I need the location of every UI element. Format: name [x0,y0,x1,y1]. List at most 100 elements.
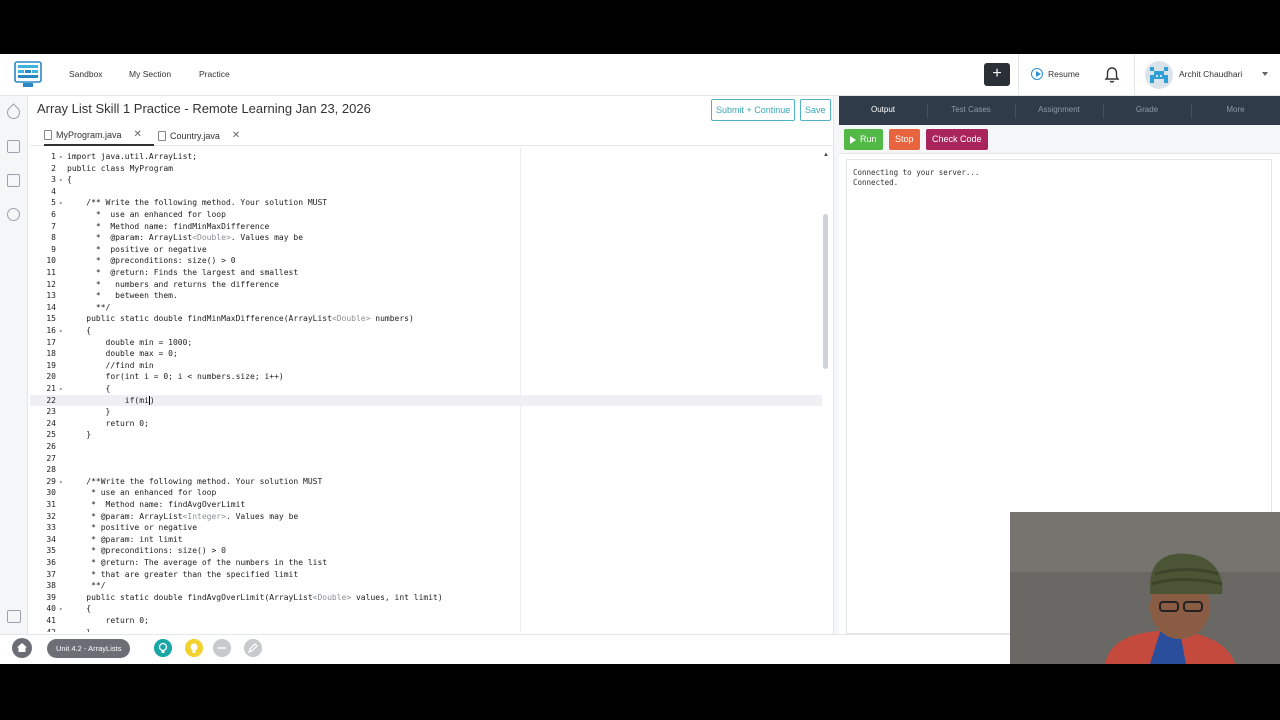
code-line[interactable]: 41 return 0; [30,615,822,627]
code-line[interactable]: 19 //find min [30,360,822,372]
stop-button[interactable]: Stop [889,129,920,150]
scroll-up-icon[interactable]: ▲ [823,152,829,158]
editor-scrollbar[interactable]: ▲ ▼ [823,152,829,664]
document-icon[interactable] [7,174,20,187]
scrollbar-thumb[interactable] [823,214,828,369]
code-line[interactable]: 22 if(mi) [30,394,822,407]
tab-grade[interactable]: Grade [1103,96,1191,125]
code-line[interactable]: 17 double min = 1000; [30,337,822,349]
code-line[interactable]: 21 ▾ { [30,383,822,395]
submit-continue-button[interactable]: Submit + Continue [711,99,796,121]
code-line[interactable]: 5 ▾ /** Write the following method. Your … [30,197,822,209]
pencil-icon[interactable] [244,639,262,657]
code-line[interactable]: 3 ▾{ [30,174,822,186]
code-line[interactable]: 42 } [30,627,822,632]
lightbulb-icon[interactable] [154,639,172,657]
code-line[interactable]: 7 * Method name: findMinMaxDifference [30,221,822,233]
tab-test-cases[interactable]: Test Cases [927,96,1015,125]
code-line[interactable]: 39 public static double findAvgOverLimit… [30,592,822,604]
line-number: 32 [46,511,56,521]
code-line[interactable]: 30 * use an enhanced for loop [30,487,822,499]
code-line[interactable]: 28 [30,464,822,476]
code-line[interactable]: 10 * @preconditions: size() > 0 [30,255,822,267]
code-text: return 0; [67,616,149,625]
app-window: Sandbox My Section Practice + Resume Arc… [0,54,1280,664]
code-line[interactable]: 18 double max = 0; [30,348,822,360]
code-line[interactable]: 4 [30,186,822,198]
user-name[interactable]: Archit Chaudhari [1179,69,1242,79]
code-line[interactable]: 38 **/ [30,580,822,592]
run-button[interactable]: Run [844,129,883,150]
gear-icon[interactable] [7,208,20,221]
code-line[interactable]: 15 public static double findMinMaxDiffer… [30,313,822,325]
hint-bulb-icon[interactable] [185,639,203,657]
code-line[interactable]: 34 * @param: int limit [30,534,822,546]
line-number: 5 [51,198,56,208]
code-line[interactable]: 11 * @return: Finds the largest and smal… [30,267,822,279]
file-icon [44,130,52,140]
close-icon[interactable]: ✕ [232,127,240,145]
code-line[interactable]: 25 } [30,429,822,441]
line-number: 8 [51,233,56,243]
code-line[interactable]: 36 * @return: The average of the numbers… [30,557,822,569]
code-line[interactable]: 14 **/ [30,302,822,314]
nav-my-section[interactable]: My Section [129,69,171,79]
check-code-button[interactable]: Check Code [926,129,988,150]
code-line[interactable]: 40 ▾ { [30,603,822,615]
code-line[interactable]: 6 * use an enhanced for loop [30,209,822,221]
notifications-bell-icon[interactable] [1104,66,1120,84]
nav-practice[interactable]: Practice [199,69,230,79]
map-icon[interactable] [4,103,23,122]
line-number: 3 [51,175,56,185]
code-line[interactable]: 20 for(int i = 0; i < numbers.size; i++) [30,371,822,383]
tab-more[interactable]: More [1191,96,1280,125]
code-line[interactable]: 27 [30,453,822,465]
code-line[interactable]: 1 ▾ import java.util.ArrayList; [30,151,822,163]
code-line[interactable]: 31 * Method name: findAvgOverLimit [30,499,822,511]
code-line[interactable]: 35 * @preconditions: size() > 0 [30,545,822,557]
code-line[interactable]: 2 public class MyProgram [30,163,822,175]
line-number: 4 [51,186,56,196]
code-line[interactable]: 24 return 0; [30,418,822,430]
code-text: * @return: Finds the largest and smalles… [67,268,299,277]
code-line[interactable]: 13 * between them. [30,290,822,302]
code-line[interactable]: 12 * numbers and returns the difference [30,279,822,291]
code-line[interactable]: 37 * that are greater than the specified… [30,569,822,581]
code-line[interactable]: 32 * @param: ArrayList<Integer>. Values … [30,511,822,523]
panel-toggle-icon[interactable] [7,610,21,623]
code-line[interactable]: 33 * positive or negative [30,522,822,534]
code-line[interactable]: 23 } [30,406,822,418]
code-line[interactable]: 8 * @param: ArrayList<Double>. Values ma… [30,232,822,244]
code-text: * @param: ArrayList<Integer>. Values may… [67,511,299,521]
resume-button[interactable]: Resume [1031,68,1080,80]
line-number: 41 [46,616,56,625]
code-text: import java.util.ArrayList; [67,152,198,161]
close-icon[interactable]: ✕ [134,126,142,144]
line-number: 29 [46,476,56,486]
code-line[interactable]: 16 ▾ { [30,325,822,337]
line-number: 22 [46,395,56,405]
tab-myprogram-java[interactable]: MyProgram.java ✕ [44,126,154,146]
tab-output[interactable]: Output [839,96,927,125]
code-editor[interactable]: 1 ▾ import java.util.ArrayList; 2 public cla… [30,148,836,632]
home-icon[interactable] [12,638,32,658]
code-line[interactable]: 26 [30,441,822,453]
assignment-title: Array List Skill 1 Practice - Remote Lea… [37,101,371,116]
user-avatar[interactable] [1145,61,1173,89]
nav-sandbox[interactable]: Sandbox [69,69,103,79]
tab-assignment[interactable]: Assignment [1015,96,1103,125]
create-button[interactable]: + [984,63,1010,86]
tab-country-java[interactable]: Country.java ✕ [158,126,248,146]
minus-icon[interactable] [213,639,231,657]
unit-breadcrumb[interactable]: Unit 4.2 - ArrayLists [47,639,131,658]
folder-icon[interactable] [7,140,20,153]
code-text: * Method name: findMinMaxDifference [67,221,270,231]
chevron-down-icon[interactable] [1262,72,1268,76]
pane-splitter[interactable] [833,96,839,636]
codehs-logo[interactable] [14,61,42,89]
save-button[interactable]: Save [800,99,831,121]
webcam-person-image [1010,512,1280,664]
line-number: 21 [46,384,56,393]
code-line[interactable]: 29 ▾ /**Write the following method. Your … [30,476,822,488]
code-line[interactable]: 9 * positive or negative [30,244,822,256]
